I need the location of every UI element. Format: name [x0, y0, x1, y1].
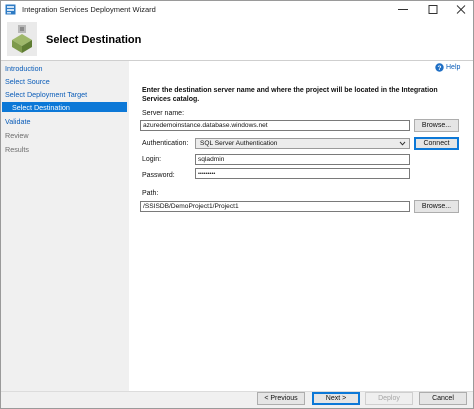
server-name-label: Server name: [142, 110, 185, 117]
window-title: Integration Services Deployment Wizard [22, 5, 156, 14]
ssis-wizard-icon [5, 4, 16, 15]
path-label: Path: [142, 190, 159, 197]
close-icon [456, 5, 466, 14]
minimize-button[interactable] [389, 1, 417, 18]
server-browse-button[interactable]: Browse... [414, 119, 459, 132]
login-label: Login: [142, 156, 162, 163]
path-input[interactable]: /SSISDB/DemoProject1/Project1 [140, 201, 410, 212]
previous-button[interactable]: < Previous [257, 392, 305, 405]
wizard-steps-sidebar: Introduction Select Source Select Deploy… [1, 61, 129, 391]
help-label: Help [446, 64, 461, 71]
cancel-button[interactable]: Cancel [419, 392, 467, 405]
authentication-value: SQL Server Authentication [200, 140, 278, 147]
connect-button[interactable]: Connect [414, 137, 459, 150]
minimize-icon [398, 9, 408, 10]
title-bar: Integration Services Deployment Wizard [1, 1, 473, 18]
password-label: Password: [142, 172, 175, 179]
login-input[interactable]: sqladmin [195, 154, 410, 165]
help-icon: ? [435, 63, 444, 72]
maximize-icon [428, 5, 438, 14]
authentication-select[interactable]: SQL Server Authentication [195, 138, 410, 149]
close-button[interactable] [447, 1, 474, 18]
main-pane: ? Help Enter the destination server name… [130, 61, 473, 391]
password-input[interactable]: ••••••••• [195, 168, 410, 179]
nav-item-introduction[interactable]: Introduction [5, 64, 43, 73]
wizard-header: Select Destination [1, 18, 473, 60]
svg-text:?: ? [438, 65, 442, 72]
nav-item-review: Review [5, 131, 29, 140]
deploy-button: Deploy [365, 392, 413, 405]
chevron-down-icon [399, 141, 406, 146]
wizard-footer: < Previous Next > Deploy Cancel [1, 391, 473, 408]
maximize-button[interactable] [419, 1, 447, 18]
nav-item-select-source[interactable]: Select Source [5, 77, 50, 86]
nav-item-label: Select Destination [12, 103, 70, 112]
nav-item-select-deployment-target[interactable]: Select Deployment Target [5, 90, 87, 99]
nav-item-validate[interactable]: Validate [5, 117, 30, 126]
instruction-text: Enter the destination server name and wh… [142, 87, 438, 103]
page-title: Select Destination [46, 34, 142, 46]
wizard-window: Integration Services Deployment Wizard S… [0, 0, 474, 409]
nav-item-results: Results [5, 145, 29, 154]
path-browse-button[interactable]: Browse... [414, 200, 459, 213]
footer-divider [1, 391, 473, 392]
nav-item-select-destination[interactable]: Select Destination [2, 102, 127, 112]
next-button[interactable]: Next > [312, 392, 360, 405]
deployment-package-icon [7, 22, 37, 56]
authentication-label: Authentication: [142, 140, 189, 147]
server-name-input[interactable]: azuredemoinstance.database.windows.net [140, 120, 410, 131]
